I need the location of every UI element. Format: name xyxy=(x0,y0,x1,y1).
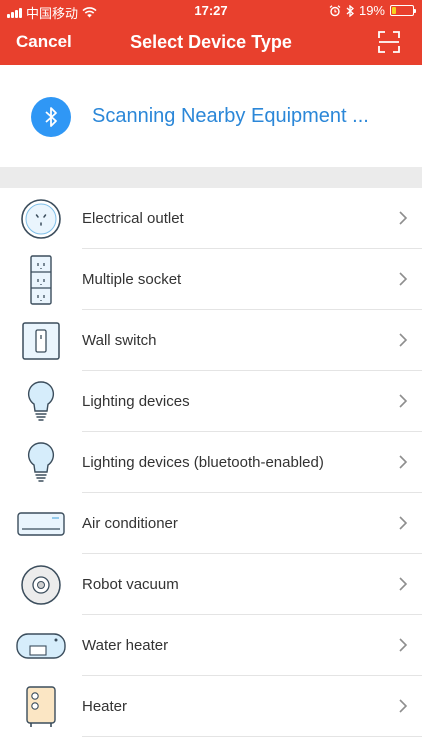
chevron-right-icon xyxy=(399,577,408,591)
scan-frame-icon[interactable] xyxy=(378,31,400,53)
cancel-button[interactable]: Cancel xyxy=(16,32,72,52)
lightbulb-icon xyxy=(16,441,66,485)
robot-vacuum-icon xyxy=(16,563,66,607)
chevron-right-icon xyxy=(399,699,408,713)
device-type-row[interactable]: Wall switch xyxy=(0,310,422,371)
chevron-right-icon xyxy=(399,455,408,469)
device-type-row[interactable]: Multiple socket xyxy=(0,249,422,310)
device-type-label: Multiple socket xyxy=(82,271,182,288)
alarm-icon xyxy=(329,4,341,16)
header: 中国移动 17:27 19% Cancel Select Device Type xyxy=(0,0,422,65)
device-type-list: Electrical outlet Multiple socket Wall swi… xyxy=(0,188,422,737)
device-type-label: Lighting devices (bluetooth-enabled) xyxy=(82,454,324,471)
device-type-label: Electrical outlet xyxy=(82,210,184,227)
device-type-row[interactable]: Lighting devices (bluetooth-enabled) xyxy=(0,432,422,493)
device-type-row[interactable]: Heater xyxy=(0,676,422,737)
chevron-right-icon xyxy=(399,394,408,408)
chevron-right-icon xyxy=(399,516,408,530)
bluetooth-status-icon xyxy=(346,4,354,17)
device-type-label: Heater xyxy=(82,698,128,715)
nav-bar: Cancel Select Device Type xyxy=(0,22,422,65)
scanning-text: Scanning Nearby Equipment ... xyxy=(92,105,369,127)
device-type-label: Wall switch xyxy=(82,332,157,349)
chevron-right-icon xyxy=(399,333,408,347)
device-type-label: Robot vacuum xyxy=(82,576,179,593)
battery-percent: 19% xyxy=(358,3,385,18)
air-conditioner-icon xyxy=(16,502,66,546)
power-strip-icon xyxy=(16,255,66,305)
device-type-row[interactable]: Robot vacuum xyxy=(0,554,422,615)
heater-icon xyxy=(16,685,66,729)
lightbulb-icon xyxy=(16,380,66,424)
device-type-row[interactable]: Lighting devices xyxy=(0,371,422,432)
status-right: 19% xyxy=(329,3,416,18)
battery-level xyxy=(392,7,396,14)
device-type-row[interactable]: Water heater xyxy=(0,615,422,676)
outlet-icon xyxy=(16,197,66,241)
section-divider xyxy=(0,167,422,188)
device-type-label: Air conditioner xyxy=(82,515,178,532)
device-type-label: Lighting devices xyxy=(82,393,190,410)
chevron-right-icon xyxy=(399,638,408,652)
scan-status: Scanning Nearby Equipment ... xyxy=(0,65,422,167)
device-type-row[interactable]: Air conditioner xyxy=(0,493,422,554)
chevron-right-icon xyxy=(399,211,408,225)
water-heater-icon xyxy=(16,624,66,668)
device-type-row[interactable]: Electrical outlet xyxy=(0,188,422,249)
device-type-label: Water heater xyxy=(82,637,169,654)
status-bar: 中国移动 17:27 19% xyxy=(0,0,422,22)
bluetooth-icon xyxy=(31,97,71,137)
wall-switch-icon xyxy=(16,319,66,363)
chevron-right-icon xyxy=(399,272,408,286)
battery-icon xyxy=(390,5,416,16)
